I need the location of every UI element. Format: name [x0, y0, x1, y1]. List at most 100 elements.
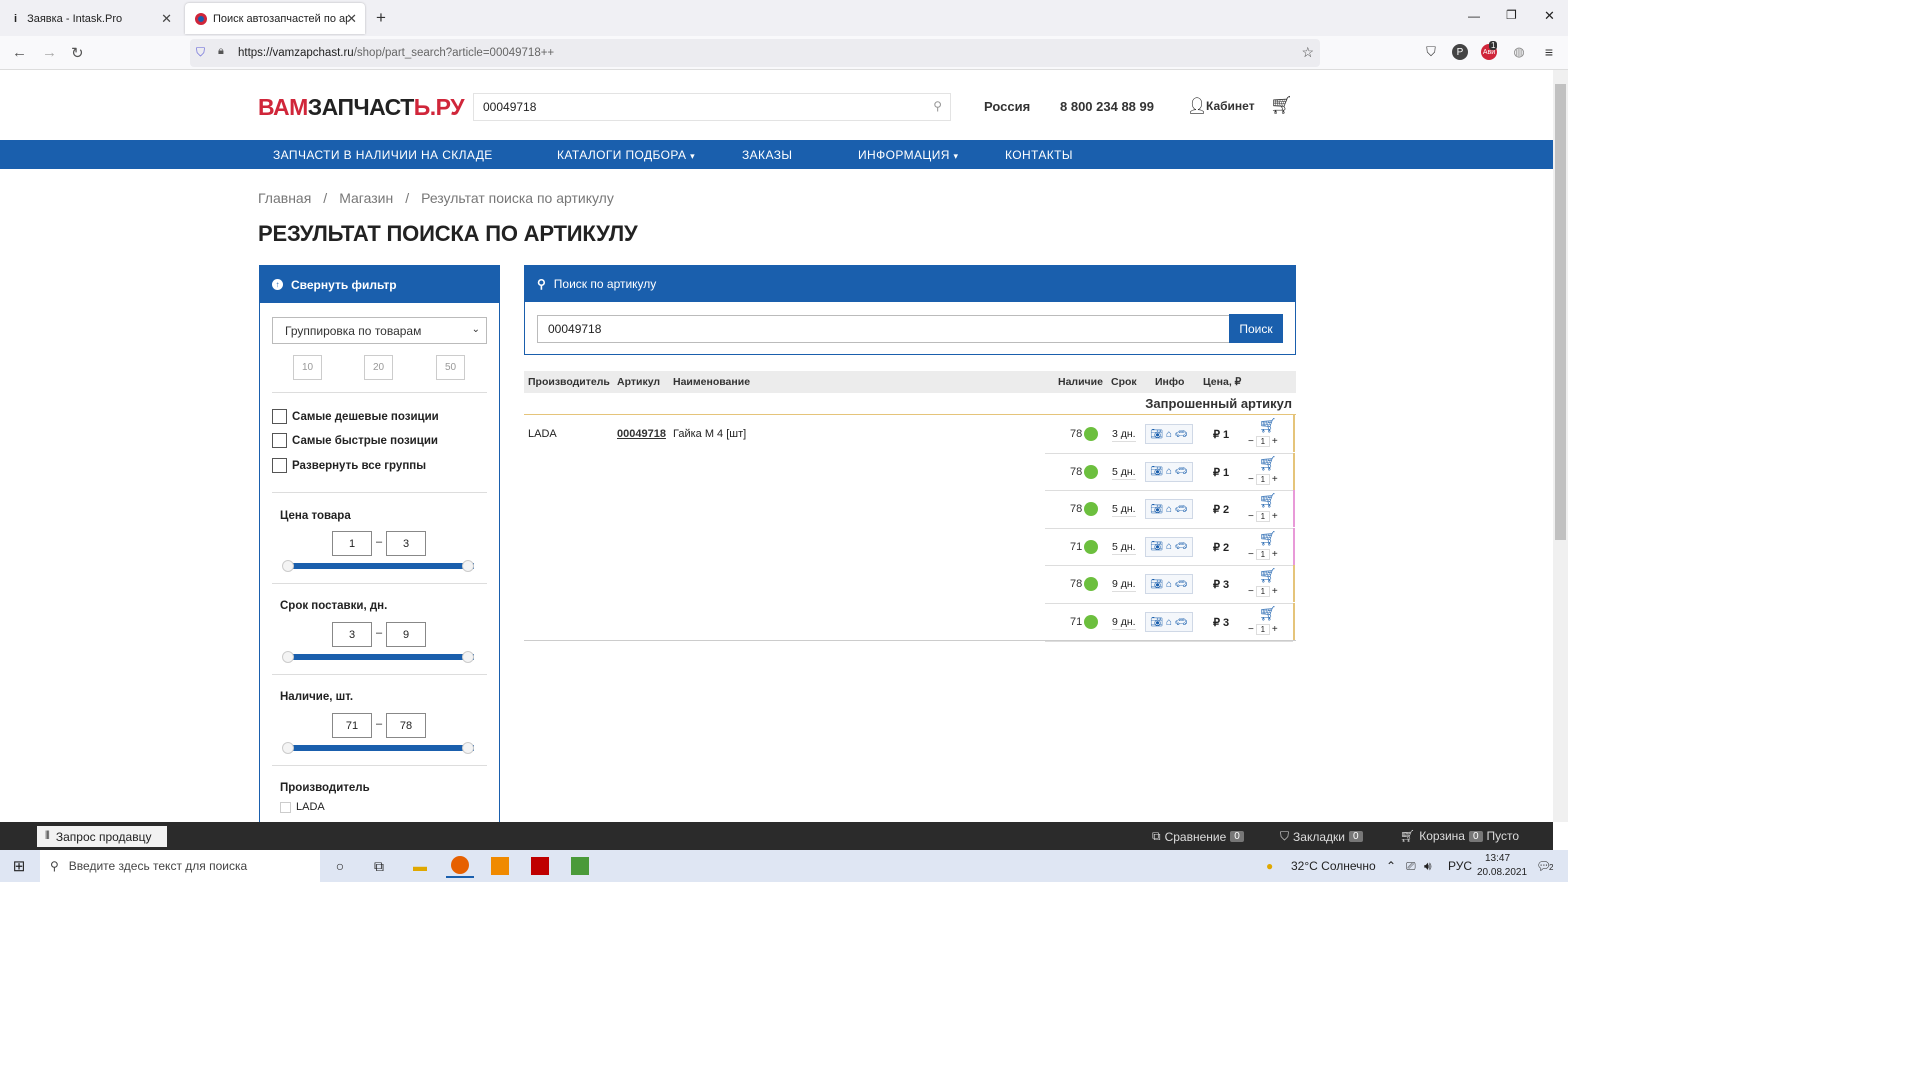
- delivery-min-input[interactable]: 3: [332, 622, 372, 647]
- notepad-icon[interactable]: [566, 854, 594, 878]
- cart-icon[interactable]: 🛒︎: [1270, 95, 1293, 116]
- slider-handle-min[interactable]: [282, 560, 294, 572]
- camera-icon[interactable]: 📷︎: [1150, 429, 1163, 440]
- minus-icon[interactable]: −: [1248, 549, 1254, 560]
- quantity-stepper[interactable]: − 1 +: [1248, 511, 1278, 523]
- column-header[interactable]: Цена, ₽: [1203, 376, 1241, 388]
- home-icon[interactable]: ⌂: [1166, 541, 1172, 552]
- clock-time[interactable]: 13:47: [1485, 853, 1510, 864]
- car-icon[interactable]: 🚗︎: [1175, 504, 1188, 515]
- restore-icon[interactable]: ❐: [1506, 8, 1517, 22]
- home-icon[interactable]: ⌂: [1166, 579, 1172, 590]
- car-icon[interactable]: 🚗︎: [1175, 429, 1188, 440]
- globe-icon[interactable]: ◍: [1511, 44, 1527, 60]
- delivery-slider[interactable]: [288, 654, 474, 660]
- nav-item-catalogs[interactable]: КАТАЛОГИ ПОДБОРА ▾: [557, 148, 695, 162]
- quantity-stepper[interactable]: − 1 +: [1248, 586, 1278, 598]
- slider-handle-max[interactable]: [462, 742, 474, 754]
- article-search-input[interactable]: 00049718: [537, 315, 1230, 343]
- column-header[interactable]: Артикул: [617, 376, 660, 388]
- minus-icon[interactable]: −: [1248, 436, 1254, 447]
- home-icon[interactable]: ⌂: [1166, 466, 1172, 477]
- network-icon[interactable]: ⎚: [1406, 859, 1416, 874]
- column-header[interactable]: Наличие: [1058, 376, 1103, 388]
- column-header[interactable]: Наименование: [673, 376, 750, 388]
- page-size-10[interactable]: 10: [293, 355, 322, 380]
- checkbox-box[interactable]: [272, 458, 287, 473]
- column-header[interactable]: Срок: [1111, 376, 1137, 388]
- bookmarks-link[interactable]: ⛉ Закладки 0: [1280, 829, 1363, 844]
- nav-item-info[interactable]: ИНФОРМАЦИЯ ▾: [858, 148, 958, 162]
- firefox-icon[interactable]: [446, 854, 474, 878]
- add-to-cart-icon[interactable]: 🛒︎: [1259, 417, 1277, 434]
- volume-icon[interactable]: 🔊︎: [1424, 859, 1432, 874]
- minus-icon[interactable]: −: [1248, 624, 1254, 635]
- add-to-cart-icon[interactable]: 🛒︎: [1259, 530, 1277, 547]
- slider-handle-max[interactable]: [462, 651, 474, 663]
- car-icon[interactable]: 🚗︎: [1175, 466, 1188, 477]
- phone-number[interactable]: 8 800 234 88 99: [1060, 99, 1154, 114]
- quantity-stepper[interactable]: − 1 +: [1248, 624, 1278, 635]
- plus-icon[interactable]: +: [1272, 511, 1278, 522]
- breadcrumb-home[interactable]: Главная: [258, 190, 311, 206]
- new-tab-icon[interactable]: +: [376, 8, 386, 28]
- file-explorer-icon[interactable]: ▬: [406, 854, 434, 878]
- site-logo[interactable]: ВАМЗАПЧАСТЬ.РУ: [258, 94, 465, 121]
- compare-link[interactable]: ⧉ Сравнение 0: [1152, 829, 1244, 844]
- taskbar-search[interactable]: ⚲ Введите здесь текст для поиска: [40, 850, 320, 882]
- menu-icon[interactable]: ≡: [1541, 44, 1557, 60]
- minus-icon[interactable]: −: [1248, 586, 1254, 597]
- search-icon[interactable]: ⚲: [933, 99, 942, 113]
- language-indicator[interactable]: РУС: [1448, 859, 1472, 873]
- quantity-value[interactable]: 1: [1255, 473, 1270, 485]
- quantity-stepper[interactable]: − 1 +: [1248, 473, 1278, 485]
- plus-icon[interactable]: +: [1272, 586, 1278, 597]
- sublime-icon[interactable]: [486, 854, 514, 878]
- back-icon[interactable]: ←: [12, 44, 27, 61]
- car-icon[interactable]: 🚗︎: [1175, 617, 1188, 628]
- camera-icon[interactable]: 📷︎: [1150, 579, 1163, 590]
- quantity-stepper[interactable]: − 1 +: [1248, 548, 1278, 560]
- close-tab-icon[interactable]: ✕: [161, 11, 172, 27]
- profile-icon[interactable]: P: [1452, 44, 1468, 60]
- forward-icon[interactable]: →: [42, 44, 57, 61]
- site-search-input[interactable]: 00049718 ⚲: [473, 93, 951, 121]
- add-to-cart-icon[interactable]: 🛒︎: [1259, 605, 1277, 622]
- camera-icon[interactable]: 📷︎: [1150, 617, 1163, 628]
- reload-icon[interactable]: ↻: [71, 44, 84, 62]
- region-selector[interactable]: Россия: [984, 99, 1030, 114]
- stock-slider[interactable]: [288, 745, 474, 751]
- plus-icon[interactable]: +: [1272, 474, 1278, 485]
- checkbox-box[interactable]: [272, 409, 287, 424]
- cart-link[interactable]: 🛒︎ Корзина 0 Пусто: [1400, 829, 1519, 843]
- quantity-value[interactable]: 1: [1255, 548, 1270, 560]
- filezilla-icon[interactable]: [526, 854, 554, 878]
- quantity-value[interactable]: 1: [1255, 586, 1270, 598]
- car-icon[interactable]: 🚗︎: [1175, 579, 1188, 590]
- breadcrumb-shop[interactable]: Магазин: [339, 190, 393, 206]
- column-header[interactable]: Инфо: [1155, 376, 1184, 388]
- column-header[interactable]: Производитель: [528, 376, 610, 388]
- car-icon[interactable]: 🚗︎: [1175, 541, 1188, 552]
- quantity-value[interactable]: 1: [1255, 436, 1270, 447]
- add-to-cart-icon[interactable]: 🛒︎: [1259, 455, 1277, 472]
- grouping-select[interactable]: Группировка по товарам ⌄: [272, 317, 487, 344]
- nav-item-contacts[interactable]: КОНТАКТЫ: [1005, 148, 1073, 162]
- plus-icon[interactable]: +: [1272, 436, 1278, 447]
- slider-handle-max[interactable]: [462, 560, 474, 572]
- manufacturer-option-lada[interactable]: LADA: [280, 801, 325, 813]
- plus-icon[interactable]: +: [1272, 624, 1278, 635]
- search-button[interactable]: Поиск: [1229, 314, 1283, 343]
- quantity-stepper[interactable]: − 1 +: [1248, 436, 1278, 447]
- camera-icon[interactable]: 📷︎: [1150, 466, 1163, 477]
- plus-icon[interactable]: +: [1272, 549, 1278, 560]
- camera-icon[interactable]: 📷︎: [1150, 541, 1163, 552]
- cabinet-link[interactable]: Кабинет: [1206, 99, 1255, 113]
- add-to-cart-icon[interactable]: 🛒︎: [1259, 567, 1277, 584]
- star-icon[interactable]: ☆: [1301, 44, 1314, 61]
- checkbox-cheapest[interactable]: Самые дешевые позиции: [272, 409, 439, 424]
- minimize-icon[interactable]: —: [1468, 9, 1480, 23]
- stock-min-input[interactable]: 71: [332, 713, 372, 738]
- camera-icon[interactable]: 📷︎: [1150, 504, 1163, 515]
- clock-date[interactable]: 20.08.2021: [1477, 867, 1527, 878]
